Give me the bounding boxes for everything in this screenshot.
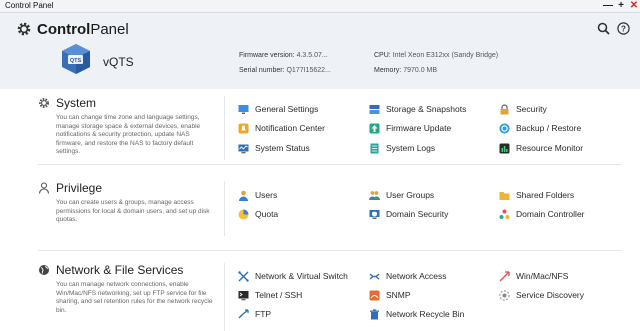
minimize-button[interactable]: — bbox=[603, 0, 613, 12]
section-title: System bbox=[56, 96, 97, 110]
globe-icon bbox=[39, 265, 49, 275]
backup-restore-icon bbox=[499, 123, 510, 133]
nas-cube-logo: QTS bbox=[62, 44, 90, 74]
firmware-info: Firmware version: 4.3.5.07... bbox=[239, 52, 328, 59]
window-title: Control Panel bbox=[5, 1, 54, 10]
domain-security-item[interactable]: Domain Security bbox=[369, 207, 448, 221]
service-discovery-icon bbox=[499, 289, 510, 301]
security-item[interactable]: Security bbox=[499, 102, 547, 116]
network-access-item[interactable]: Network Access bbox=[369, 269, 446, 283]
ftp-item[interactable]: FTP bbox=[238, 307, 271, 321]
user-icon bbox=[38, 182, 50, 194]
section-description: You can manage network connections, enab… bbox=[56, 281, 213, 314]
divider bbox=[224, 96, 225, 160]
monitor-settings-icon bbox=[238, 104, 249, 114]
network-switch-icon bbox=[238, 270, 249, 282]
user-groups-icon bbox=[369, 190, 380, 200]
network-access-icon bbox=[369, 273, 380, 279]
gear-icon bbox=[17, 22, 31, 36]
svg-text:?: ? bbox=[621, 24, 626, 33]
svg-text:QTS: QTS bbox=[70, 58, 82, 64]
system-status-item[interactable]: System Status bbox=[238, 141, 310, 155]
notification-center-item[interactable]: Notification Center bbox=[238, 121, 325, 135]
section-title: Network & File Services bbox=[56, 263, 184, 277]
divider bbox=[38, 250, 622, 251]
divider bbox=[224, 181, 225, 236]
domain-controller-icon bbox=[499, 209, 510, 219]
divider bbox=[224, 263, 225, 331]
shared-folders-item[interactable]: Shared Folders bbox=[499, 188, 574, 202]
section-description: You can change time zone and language se… bbox=[56, 114, 201, 155]
gear-icon bbox=[39, 98, 49, 108]
section-description: You can create users & groups, manage ac… bbox=[56, 199, 210, 223]
user-groups-item[interactable]: User Groups bbox=[369, 188, 434, 202]
network-virtual-switch-item[interactable]: Network & Virtual Switch bbox=[238, 269, 348, 283]
memory-info: Memory: 7970.0 MB bbox=[374, 67, 438, 74]
maximize-button[interactable]: + bbox=[616, 0, 626, 12]
notification-icon bbox=[238, 123, 249, 133]
domain-controller-item[interactable]: Domain Controller bbox=[499, 207, 585, 221]
help-icon[interactable]: ? bbox=[617, 22, 630, 35]
user-icon bbox=[239, 190, 248, 201]
system-status-icon bbox=[238, 144, 249, 153]
app-title: ControlPanel bbox=[37, 21, 129, 38]
nas-name: vQTS bbox=[103, 55, 134, 69]
system-logs-item[interactable]: System Logs bbox=[369, 141, 435, 155]
divider bbox=[38, 164, 622, 165]
win-mac-nfs-item[interactable]: Win/Mac/NFS bbox=[499, 269, 568, 283]
general-settings-item[interactable]: General Settings bbox=[238, 102, 318, 116]
network-recycle-bin-item[interactable]: Network Recycle Bin bbox=[369, 307, 464, 321]
search-icon[interactable] bbox=[597, 22, 610, 35]
service-discovery-item[interactable]: Service Discovery bbox=[499, 288, 584, 302]
security-lock-icon bbox=[500, 103, 509, 114]
storage-icon bbox=[369, 104, 380, 114]
snmp-icon bbox=[369, 290, 380, 300]
telnet-ssh-icon bbox=[238, 290, 249, 300]
resource-monitor-icon bbox=[499, 143, 510, 153]
quota-icon bbox=[238, 209, 249, 219]
close-button[interactable]: ✕ bbox=[629, 0, 639, 12]
backup-restore-item[interactable]: Backup / Restore bbox=[499, 121, 581, 135]
resource-monitor-item[interactable]: Resource Monitor bbox=[499, 141, 583, 155]
quota-item[interactable]: Quota bbox=[238, 207, 278, 221]
network-recycle-bin-icon bbox=[370, 308, 379, 319]
users-item[interactable]: Users bbox=[238, 188, 277, 202]
serial-info: Serial number: Q177I15622... bbox=[239, 67, 331, 74]
cpu-info: CPU: Intel Xeon E312xx (Sandy Bridge) bbox=[374, 52, 499, 59]
header: ControlPanel ? QTS vQTS Firmware version… bbox=[0, 13, 640, 89]
system-logs-icon bbox=[370, 143, 379, 153]
domain-security-icon bbox=[369, 209, 380, 219]
telnet-ssh-item[interactable]: Telnet / SSH bbox=[238, 288, 302, 302]
window-title-bar: Control Panel — + ✕ bbox=[0, 0, 640, 13]
firmware-update-item[interactable]: Firmware Update bbox=[369, 121, 451, 135]
firmware-update-icon bbox=[369, 123, 380, 133]
win-mac-nfs-icon bbox=[499, 270, 510, 281]
storage-snapshots-item[interactable]: Storage & Snapshots bbox=[369, 102, 466, 116]
snmp-item[interactable]: SNMP bbox=[369, 288, 411, 302]
shared-folders-icon bbox=[499, 191, 510, 200]
ftp-icon bbox=[238, 308, 249, 318]
section-title: Privilege bbox=[56, 181, 103, 195]
